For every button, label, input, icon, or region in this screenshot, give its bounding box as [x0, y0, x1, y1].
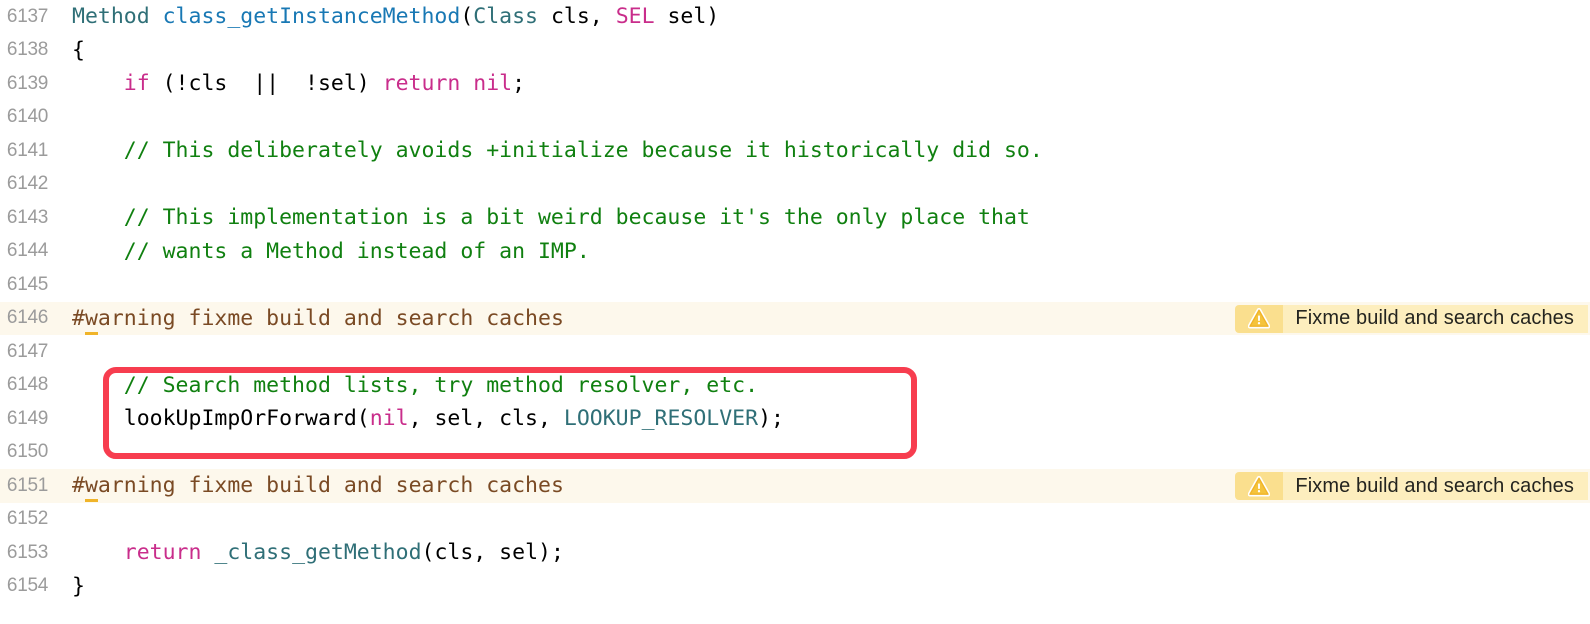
- code-token: w: [84, 473, 98, 502]
- code-token: (!cls || !sel): [149, 71, 383, 96]
- code-line[interactable]: 6147: [0, 335, 1590, 369]
- code-token: // wants a Method instead of an IMP.: [72, 238, 590, 264]
- line-number[interactable]: 6150: [0, 441, 58, 463]
- code-text[interactable]: // wants a Method instead of an IMP.: [58, 235, 1590, 269]
- code-token: sel): [654, 4, 720, 29]
- code-line-warning[interactable]: 6151 #warning fixme build and search cach…: [0, 469, 1590, 503]
- warning-triangle-icon: [1248, 308, 1271, 329]
- code-token: // This implementation is a bit weird be…: [72, 205, 1030, 230]
- line-number[interactable]: 6142: [0, 173, 58, 195]
- code-token: lookUpImpOrForward(: [72, 406, 370, 431]
- code-line[interactable]: 6138 {: [0, 34, 1590, 68]
- code-token: nil: [369, 406, 409, 431]
- warning-badge-icon[interactable]: [1235, 472, 1284, 500]
- code-token: );: [758, 406, 784, 431]
- line-number[interactable]: 6152: [0, 508, 58, 530]
- code-token: w: [84, 305, 98, 335]
- line-number[interactable]: 6139: [0, 73, 58, 95]
- warning-triangle-icon: [1248, 475, 1271, 496]
- code-line[interactable]: 6152: [0, 503, 1590, 537]
- code-token: #: [72, 473, 85, 498]
- warning-badge[interactable]: Fixme build and search caches: [1235, 472, 1588, 500]
- warning-badge-label[interactable]: Fixme build and search caches: [1283, 304, 1588, 333]
- code-text[interactable]: // Search method lists, try method resol…: [58, 369, 1590, 403]
- code-line[interactable]: 6149 lookUpImpOrForward(nil, sel, cls, L…: [0, 402, 1590, 436]
- code-token: if: [123, 71, 150, 96]
- code-token: {: [72, 37, 85, 63]
- code-token: (cls, sel);: [421, 540, 564, 565]
- code-token: , sel, cls,: [408, 406, 564, 431]
- code-token: SEL: [615, 4, 655, 29]
- line-number[interactable]: 6144: [0, 240, 58, 262]
- warning-badge-label[interactable]: Fixme build and search caches: [1283, 472, 1588, 500]
- code-line[interactable]: 6153 return _class_getMethod(cls, sel);: [0, 536, 1590, 570]
- code-token: ;: [512, 71, 526, 96]
- code-token: return nil: [382, 71, 513, 96]
- warning-badge[interactable]: Fixme build and search caches: [1235, 304, 1588, 333]
- code-text[interactable]: if (!cls || !sel) return nil;: [58, 67, 1590, 101]
- code-line[interactable]: 6150: [0, 436, 1590, 470]
- line-number[interactable]: 6140: [0, 106, 58, 128]
- code-token: (: [460, 4, 474, 29]
- code-text[interactable]: lookUpImpOrForward(nil, sel, cls, LOOKUP…: [58, 402, 1590, 436]
- code-line[interactable]: 6141 // This deliberately avoids +initia…: [0, 134, 1590, 168]
- line-number[interactable]: 6154: [0, 575, 58, 597]
- line-number[interactable]: 6147: [0, 341, 58, 363]
- line-number[interactable]: 6146: [0, 307, 58, 329]
- line-number[interactable]: 6137: [0, 6, 58, 28]
- code-text[interactable]: Method class_getInstanceMethod(Class cls…: [58, 0, 1590, 34]
- line-number[interactable]: 6151: [0, 475, 58, 497]
- code-line[interactable]: 6154}: [0, 570, 1590, 604]
- line-number[interactable]: 6148: [0, 374, 58, 396]
- code-line[interactable]: 6137 Method class_getInstanceMethod(Class…: [0, 0, 1590, 34]
- code-line[interactable]: 6148 // Search method lists, try method …: [0, 369, 1590, 403]
- code-token: // Search method lists, try method resol…: [72, 372, 759, 398]
- code-token: return: [123, 540, 202, 565]
- code-line-warning[interactable]: 6146 #warning fixme build and search cach…: [0, 301, 1590, 335]
- code-token: #: [72, 305, 85, 331]
- warning-badge-icon[interactable]: [1235, 304, 1284, 333]
- squiggle-underline: w: [84, 473, 98, 502]
- code-editor-view[interactable]: 6137 Method class_getInstanceMethod(Class…: [0, 0, 1590, 624]
- code-line[interactable]: 6144 // wants a Method instead of an IMP…: [0, 235, 1590, 269]
- code-text[interactable]: // This deliberately avoids +initialize …: [58, 134, 1590, 168]
- code-token: cls,: [538, 4, 616, 29]
- code-line[interactable]: 6142: [0, 168, 1590, 202]
- code-token: _class_getMethod: [214, 540, 422, 565]
- line-number[interactable]: 6153: [0, 542, 58, 564]
- code-token: }: [72, 573, 85, 599]
- code-text[interactable]: {: [58, 34, 1590, 68]
- squiggle-underline: w: [84, 305, 98, 335]
- code-line[interactable]: 6139 if (!cls || !sel) return nil;: [0, 67, 1590, 101]
- line-number[interactable]: 6145: [0, 274, 58, 296]
- code-text[interactable]: }: [58, 570, 1590, 604]
- code-text[interactable]: // This implementation is a bit weird be…: [58, 201, 1590, 235]
- code-token: class_getInstanceMethod: [162, 4, 461, 29]
- code-token: Class: [473, 4, 539, 29]
- code-line[interactable]: 6140: [0, 101, 1590, 135]
- code-lines-container: 6137 Method class_getInstanceMethod(Class…: [0, 0, 1590, 603]
- code-token: // This deliberately avoids +initialize …: [72, 138, 1043, 163]
- line-number[interactable]: 6141: [0, 140, 58, 162]
- line-number[interactable]: 6143: [0, 207, 58, 229]
- code-token: Method: [72, 4, 163, 29]
- line-number[interactable]: 6138: [0, 39, 58, 61]
- code-text[interactable]: return _class_getMethod(cls, sel);: [58, 536, 1590, 570]
- line-number[interactable]: 6149: [0, 408, 58, 430]
- code-token: arning fixme build and search caches: [97, 473, 564, 498]
- code-line[interactable]: 6145: [0, 268, 1590, 302]
- code-token: arning fixme build and search caches: [97, 305, 564, 331]
- code-line[interactable]: 6143 // This implementation is a bit wei…: [0, 201, 1590, 235]
- code-token: LOOKUP_RESOLVER: [563, 406, 759, 431]
